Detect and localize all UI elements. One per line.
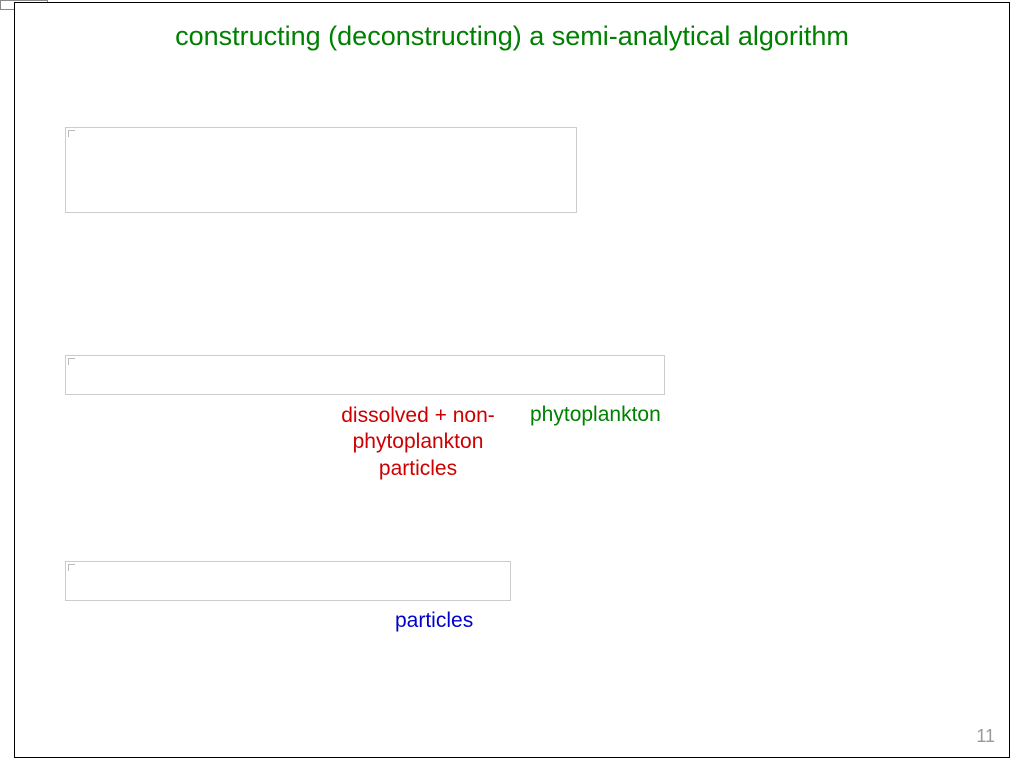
placeholder-box-3: [65, 561, 511, 601]
slide-title: constructing (deconstructing) a semi-ana…: [15, 21, 1009, 52]
page-number: 11: [976, 726, 995, 747]
placeholder-box-2: [65, 355, 665, 395]
slide-frame: constructing (deconstructing) a semi-ana…: [14, 2, 1010, 758]
placeholder-box-1: [65, 127, 577, 213]
label-phytoplankton: phytoplankton: [530, 403, 661, 427]
label-particles: particles: [395, 609, 473, 633]
label-dissolved-nonphyto: dissolved + non-phytoplankton particles: [323, 403, 513, 482]
